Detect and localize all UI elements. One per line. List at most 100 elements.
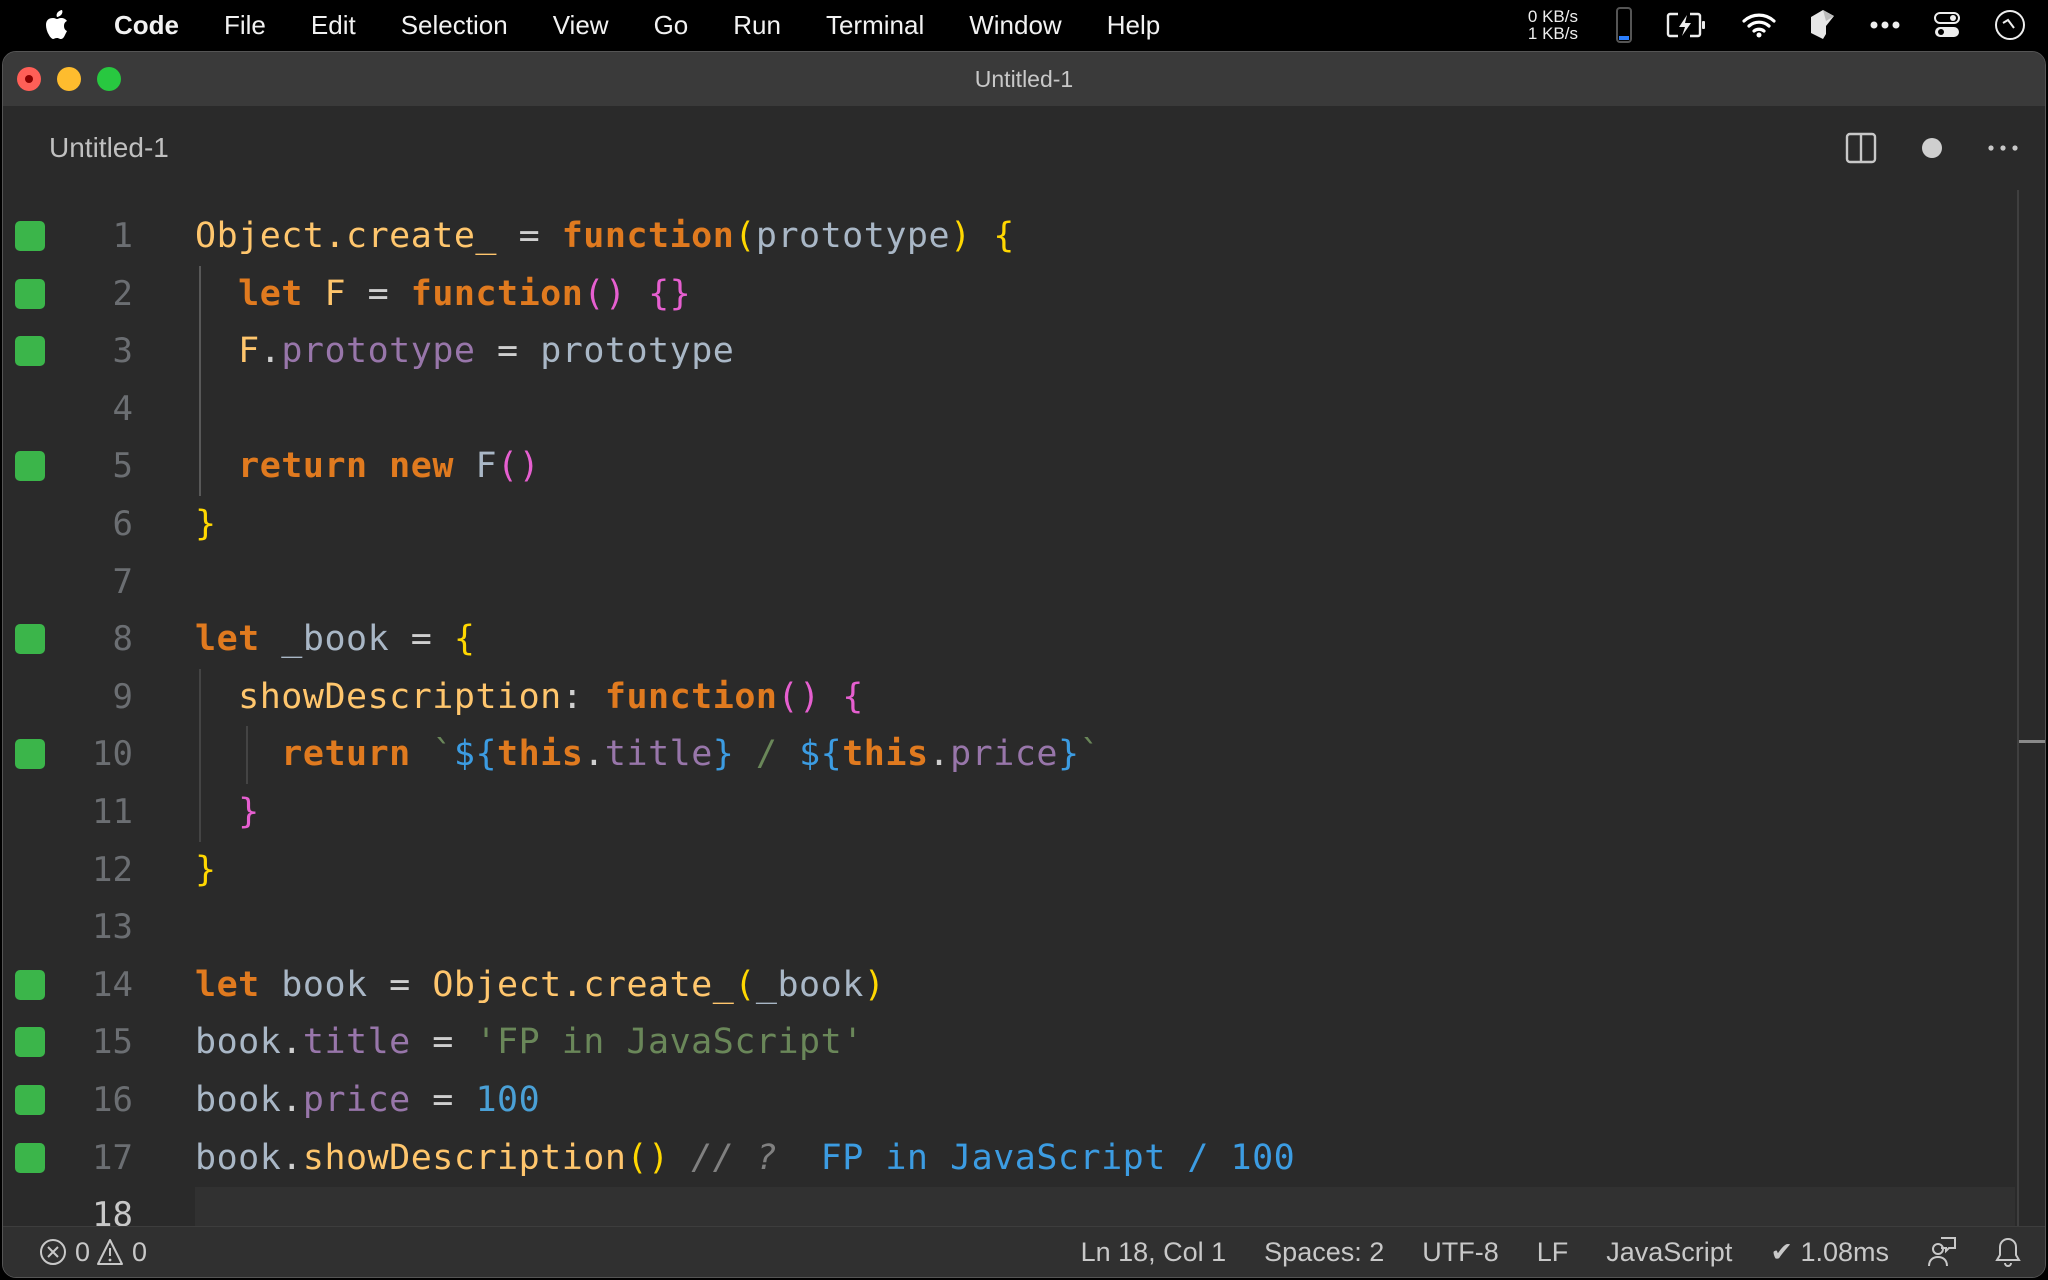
- indentation-setting[interactable]: Spaces: 2: [1264, 1237, 1384, 1268]
- gutter-line[interactable]: 17: [3, 1130, 193, 1188]
- network-download-rate: 1 KB/s: [1527, 24, 1578, 43]
- code-line[interactable]: let _book = {: [195, 611, 475, 669]
- menu-file[interactable]: File: [224, 10, 266, 41]
- close-window-button[interactable]: [17, 67, 41, 91]
- gutter-line[interactable]: 15: [3, 1014, 193, 1072]
- battery-level-icon[interactable]: [1616, 7, 1632, 43]
- code-token: this: [842, 734, 929, 775]
- control-center-icon[interactable]: [1934, 12, 1960, 38]
- menu-terminal[interactable]: Terminal: [826, 10, 924, 41]
- code-token: (: [734, 216, 756, 256]
- tab-untitled-1[interactable]: Untitled-1: [49, 132, 169, 164]
- code-line[interactable]: showDescription: function() {: [195, 669, 864, 727]
- cube-app-icon[interactable]: [1810, 9, 1836, 41]
- code-line[interactable]: Object.create_ = function(prototype) {: [195, 208, 1015, 266]
- code-line[interactable]: return `${this.title} / ${this.price}`: [195, 726, 1101, 784]
- feedback-icon[interactable]: [1927, 1236, 1957, 1268]
- code-editor[interactable]: 1 Object.create_ = function(prototype) {2…: [3, 190, 2045, 1277]
- code-line[interactable]: F.prototype = prototype: [195, 323, 734, 381]
- gutter-line[interactable]: 14: [3, 957, 193, 1015]
- maximize-window-button[interactable]: [97, 67, 121, 91]
- code-line[interactable]: book.price = 100: [195, 1072, 540, 1130]
- gutter-line[interactable]: 7: [3, 554, 193, 612]
- line-number: 15: [92, 1022, 133, 1063]
- quokka-timing[interactable]: ✔ 1.08ms: [1770, 1237, 1889, 1268]
- menu-edit[interactable]: Edit: [311, 10, 356, 41]
- gutter-line[interactable]: 5: [3, 438, 193, 496]
- gutter-line[interactable]: 6: [3, 496, 193, 554]
- clock-icon[interactable]: [1994, 9, 2026, 41]
- menu-view[interactable]: View: [553, 10, 609, 41]
- gutter-line[interactable]: 1: [3, 208, 193, 266]
- unsaved-dot-icon[interactable]: [1921, 137, 1943, 159]
- code-token: book: [195, 1022, 282, 1063]
- notifications-bell-icon[interactable]: [1995, 1236, 2021, 1268]
- code-token: Object.create_: [195, 216, 498, 256]
- line-number: 9: [112, 676, 133, 717]
- split-editor-icon[interactable]: [1845, 132, 1877, 164]
- menu-selection[interactable]: Selection: [401, 10, 508, 41]
- menu-app-code[interactable]: Code: [114, 10, 179, 41]
- gutter-line[interactable]: 11: [3, 784, 193, 842]
- coverage-marker-icon: [15, 624, 45, 655]
- language-mode[interactable]: JavaScript: [1606, 1237, 1732, 1268]
- overview-ruler[interactable]: [2017, 190, 2019, 1240]
- menu-run[interactable]: Run: [733, 10, 781, 41]
- coverage-marker-icon: [15, 221, 45, 251]
- code-line[interactable]: }: [195, 496, 217, 554]
- gutter-line[interactable]: 3: [3, 323, 193, 381]
- code-token: title: [302, 1022, 411, 1063]
- code-line[interactable]: }: [195, 784, 260, 842]
- code-line[interactable]: let F = function() {}: [195, 266, 691, 324]
- menu-window[interactable]: Window: [969, 10, 1061, 41]
- gutter-line[interactable]: 16: [3, 1072, 193, 1130]
- code-token: function: [604, 676, 778, 717]
- wifi-icon[interactable]: [1742, 12, 1776, 38]
- gutter-line[interactable]: 2: [3, 266, 193, 324]
- code-token: Object.create_: [432, 964, 735, 1005]
- status-bar-right: Ln 18, Col 1 Spaces: 2 UTF-8 LF JavaScri…: [1043, 1236, 2021, 1268]
- coverage-marker-icon: [15, 969, 45, 1000]
- code-token: F: [475, 446, 498, 487]
- code-token: function: [561, 216, 735, 256]
- status-bar: 0 0 Ln 18, Col 1 Spaces: 2 UTF-8 LF Java…: [3, 1226, 2045, 1277]
- gutter-line[interactable]: 8: [3, 611, 193, 669]
- code-token: FP in JavaScript / 100: [820, 1137, 1296, 1178]
- code-line[interactable]: let book = Object.create_(_book): [195, 957, 885, 1015]
- line-number: 7: [112, 561, 133, 602]
- menu-help[interactable]: Help: [1107, 10, 1160, 41]
- code-line[interactable]: book.showDescription() // ? FP in JavaSc…: [195, 1130, 1295, 1188]
- code-line[interactable]: }: [195, 842, 217, 900]
- line-number: 5: [112, 446, 133, 487]
- title-bar: Untitled-1: [3, 52, 2045, 106]
- gutter-line[interactable]: 9: [3, 669, 193, 727]
- battery-charging-icon[interactable]: [1666, 12, 1708, 38]
- gutter-line[interactable]: 13: [3, 899, 193, 957]
- gutter-line[interactable]: 4: [3, 381, 193, 439]
- minimize-window-button[interactable]: [57, 67, 81, 91]
- more-actions-icon[interactable]: [1987, 144, 2019, 152]
- line-number: 17: [92, 1137, 133, 1178]
- cursor-position[interactable]: Ln 18, Col 1: [1081, 1237, 1227, 1268]
- code-token: prototype: [281, 331, 476, 372]
- code-line[interactable]: book.title = 'FP in JavaScript': [195, 1014, 864, 1072]
- error-icon: [39, 1238, 67, 1266]
- line-number: 10: [92, 734, 133, 775]
- menu-go[interactable]: Go: [654, 10, 689, 41]
- gutter-line[interactable]: 10: [3, 726, 193, 784]
- file-encoding[interactable]: UTF-8: [1422, 1237, 1499, 1268]
- line-number: 1: [112, 216, 133, 256]
- gutter-line[interactable]: 12: [3, 842, 193, 900]
- network-speed[interactable]: 0 KB/s 1 KB/s: [1528, 8, 1578, 42]
- problems-indicator[interactable]: 0 0: [39, 1237, 147, 1268]
- apple-menu-icon[interactable]: [44, 8, 78, 42]
- code-token: book: [195, 1137, 282, 1178]
- code-line[interactable]: return new F(): [195, 438, 540, 496]
- line-number: 11: [92, 792, 133, 832]
- end-of-line[interactable]: LF: [1537, 1237, 1569, 1268]
- more-icon[interactable]: [1870, 21, 1900, 29]
